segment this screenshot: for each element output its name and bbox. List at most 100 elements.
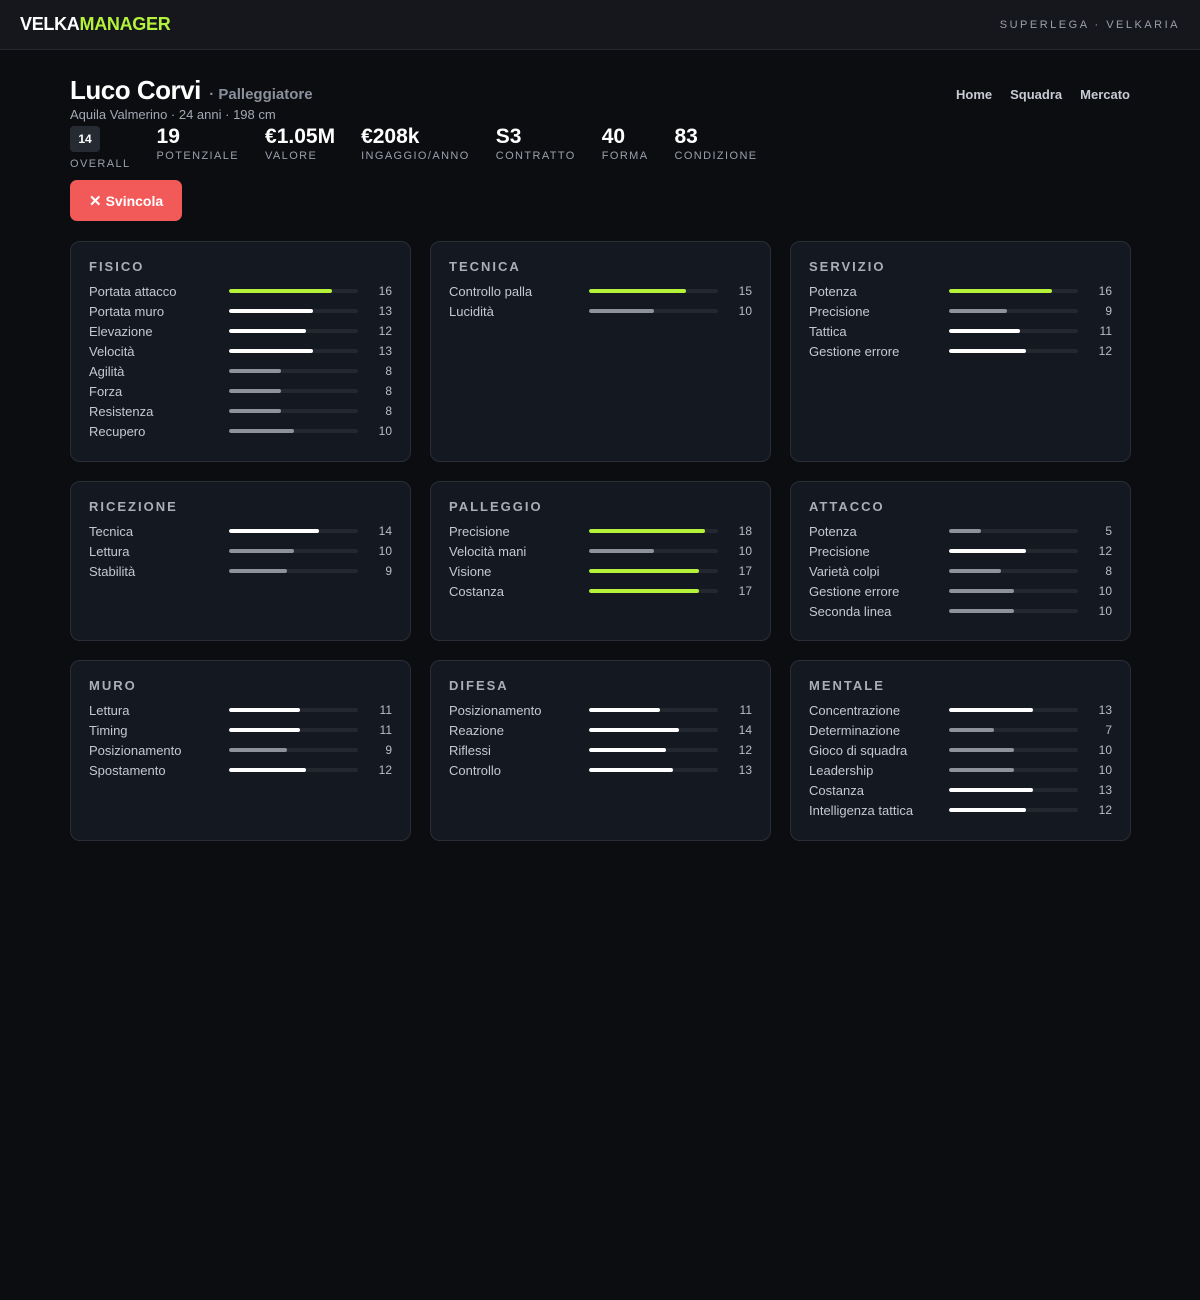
attribute-value: 12 <box>738 743 752 757</box>
attribute-bar <box>949 768 1078 772</box>
attribute-name: Forza <box>89 383 123 399</box>
attribute-row: Velocità 13 <box>89 341 392 361</box>
card-mentale: MENTALE Concentrazione 13 Determinazione 7 Gi… <box>790 660 1131 841</box>
attribute-row: Elevazione 12 <box>89 321 392 341</box>
brand-logo[interactable]: VELKAMANAGER <box>20 14 171 35</box>
attribute-row: Precisione 12 <box>809 541 1112 561</box>
card-difesa: DIFESA Posizionamento 11 Reazione 14 Riflessi… <box>430 660 771 841</box>
card-title: MENTALE <box>809 678 885 693</box>
attribute-value: 15 <box>738 284 752 298</box>
attribute-name: Velocità <box>89 343 135 359</box>
attribute-bar-fill <box>949 569 1001 573</box>
attribute-bar-fill <box>949 728 995 732</box>
attribute-bar <box>589 289 718 293</box>
nav-home[interactable]: Home <box>956 87 992 102</box>
attribute-bar-fill <box>949 808 1027 812</box>
attribute-bar <box>589 549 718 553</box>
attribute-value: 11 <box>379 703 392 717</box>
attribute-value: 10 <box>1098 604 1112 618</box>
attribute-bar-fill <box>949 748 1014 752</box>
attribute-bar-fill <box>229 529 320 533</box>
attribute-value: 10 <box>1098 763 1112 777</box>
attribute-bar-fill <box>229 748 288 752</box>
stat-label: CONDIZIONE <box>674 150 758 162</box>
attribute-bar-fill <box>229 369 281 373</box>
attribute-bar <box>229 309 358 313</box>
stat-valore: €1.05M VALORE <box>265 126 335 163</box>
attribute-name: Lettura <box>89 543 130 559</box>
attribute-bar-fill <box>229 768 307 772</box>
attribute-row: Riflessi 12 <box>449 740 752 760</box>
attribute-row: Resistenza 8 <box>89 401 392 421</box>
attribute-name: Costanza <box>449 583 504 599</box>
release-button-label: Svincola <box>105 192 164 209</box>
attribute-bar <box>589 569 718 573</box>
card-muro: MURO Lettura 11 Timing 11 Posizionamento 9 Spos… <box>70 660 411 841</box>
attribute-row: Intelligenza tattica 12 <box>809 800 1112 820</box>
stat-contratto: S3 CONTRATTO <box>495 125 576 163</box>
card-title: SERVIZIO <box>809 259 886 274</box>
attribute-bar-fill <box>589 569 699 573</box>
attribute-name: Potenza <box>809 523 857 539</box>
player-role: · Palleggiatore <box>209 86 313 103</box>
attribute-row: Leadership 10 <box>809 760 1112 780</box>
card-attacco: ATTACCO Potenza 5 Precisione 12 Varietà colpi… <box>790 481 1131 641</box>
card-servizio: SERVIZIO Potenza 16 Precisione 9 Tattica 11 Ges… <box>790 241 1131 462</box>
attribute-bar-fill <box>949 349 1027 353</box>
attribute-name: Precisione <box>809 303 870 319</box>
attribute-row: Velocità mani 10 <box>449 541 752 561</box>
player-name: Luco Corvi <box>70 75 201 105</box>
attribute-value: 10 <box>738 304 752 318</box>
attribute-bar-fill <box>229 349 313 353</box>
attribute-value: 10 <box>378 424 392 438</box>
attribute-row: Tecnica 14 <box>89 521 392 541</box>
attribute-bar <box>589 728 718 732</box>
release-player-button[interactable]: ✕ Svincola <box>70 180 183 221</box>
stat-label: CONTRATTO <box>495 150 576 162</box>
attribute-value: 13 <box>378 304 392 318</box>
attribute-bar <box>949 529 1078 533</box>
nav-mercato[interactable]: Mercato <box>1080 87 1130 102</box>
attribute-value: 17 <box>738 564 752 578</box>
attribute-name: Determinazione <box>809 722 901 738</box>
card-title: DIFESA <box>449 678 509 693</box>
attribute-value: 10 <box>378 544 392 558</box>
attribute-name: Stabilità <box>89 563 136 579</box>
attribute-bar <box>949 329 1078 333</box>
attribute-value: 11 <box>379 723 392 737</box>
attribute-bar-fill <box>229 429 294 433</box>
attribute-bar <box>229 409 358 413</box>
attribute-value: 16 <box>1098 284 1112 298</box>
attribute-row: Gioco di squadra 10 <box>809 740 1112 760</box>
attribute-bar <box>589 768 718 772</box>
attribute-bar-fill <box>229 329 307 333</box>
attribute-bar <box>589 309 718 313</box>
attribute-value: 8 <box>385 384 392 398</box>
attribute-bar <box>229 369 358 373</box>
attribute-row: Controllo palla 15 <box>449 281 752 301</box>
attribute-bar <box>949 708 1078 712</box>
attribute-row: Forza 8 <box>89 381 392 401</box>
stat-label: POTENZIALE <box>156 150 240 162</box>
attribute-bar-fill <box>229 708 300 712</box>
attribute-name: Controllo palla <box>449 283 533 299</box>
stat-value: S3 <box>495 125 522 148</box>
attribute-value: 13 <box>1098 703 1112 717</box>
attribute-value: 13 <box>378 344 392 358</box>
attribute-value: 8 <box>385 404 392 418</box>
attribute-bar-fill <box>589 708 660 712</box>
attribute-bar-fill <box>229 289 333 293</box>
stat-label: VALORE <box>265 150 318 162</box>
attribute-name: Elevazione <box>89 323 153 339</box>
attribute-bar <box>589 529 718 533</box>
attribute-row: Potenza 16 <box>809 281 1112 301</box>
attribute-bar-fill <box>949 768 1014 772</box>
attribute-name: Lettura <box>89 702 130 718</box>
attribute-name: Varietà colpi <box>809 563 880 579</box>
nav-squadra[interactable]: Squadra <box>1010 87 1062 102</box>
stat-label: OVERALL <box>70 158 131 170</box>
attribute-name: Reazione <box>449 722 504 738</box>
stat-ingaggio: €208k INGAGGIO/ANNO <box>361 126 470 163</box>
attribute-row: Lucidità 10 <box>449 301 752 321</box>
attribute-value: 10 <box>738 544 752 558</box>
